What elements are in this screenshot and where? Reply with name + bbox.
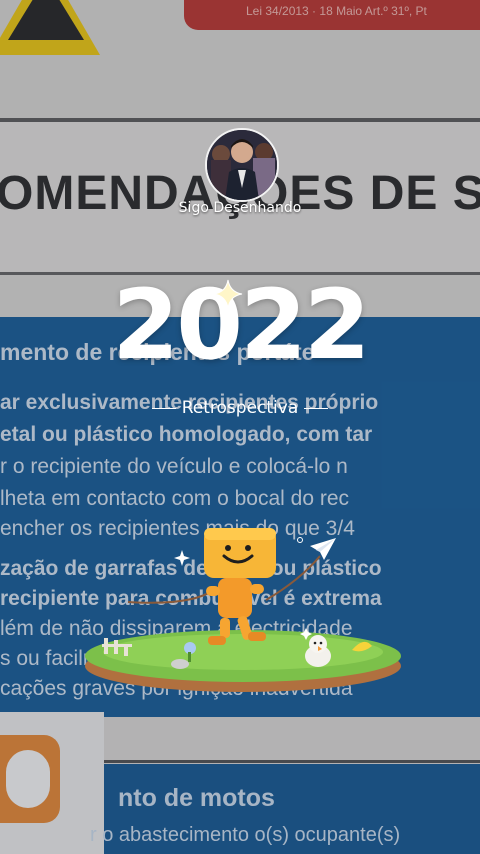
mascot-arm: [206, 586, 220, 596]
avatar-photo: [207, 130, 277, 200]
subtitle-dash-left: [151, 407, 176, 409]
recap-subtitle-row: Retrospectiva: [0, 396, 480, 420]
mascot-leg: [220, 618, 230, 638]
fence-rail: [102, 644, 132, 647]
bubble: [297, 537, 303, 543]
box-head-mascot-icon: [204, 528, 276, 645]
island-grass-top: [103, 634, 383, 670]
profile-username: Sigo Desenhando: [178, 200, 302, 216]
mascot-eye: [245, 545, 251, 551]
rock: [171, 659, 189, 669]
flower-stem: [188, 652, 191, 662]
sparkle-small: [174, 550, 190, 566]
recap-subtitle: Retrospectiva: [181, 398, 299, 418]
mascot-illustration: [85, 528, 401, 692]
subtitle-dash-right: [304, 407, 329, 409]
sparkle-icon: [213, 279, 243, 309]
mascot-foot: [208, 636, 226, 645]
mascot-body: [218, 578, 252, 618]
rope: [127, 589, 215, 604]
mascot-foot: [248, 632, 266, 641]
paper-plane-icon: [310, 538, 336, 560]
mascot-eye: [225, 545, 231, 551]
mascot-arm: [250, 584, 264, 594]
avatar[interactable]: [205, 128, 279, 202]
